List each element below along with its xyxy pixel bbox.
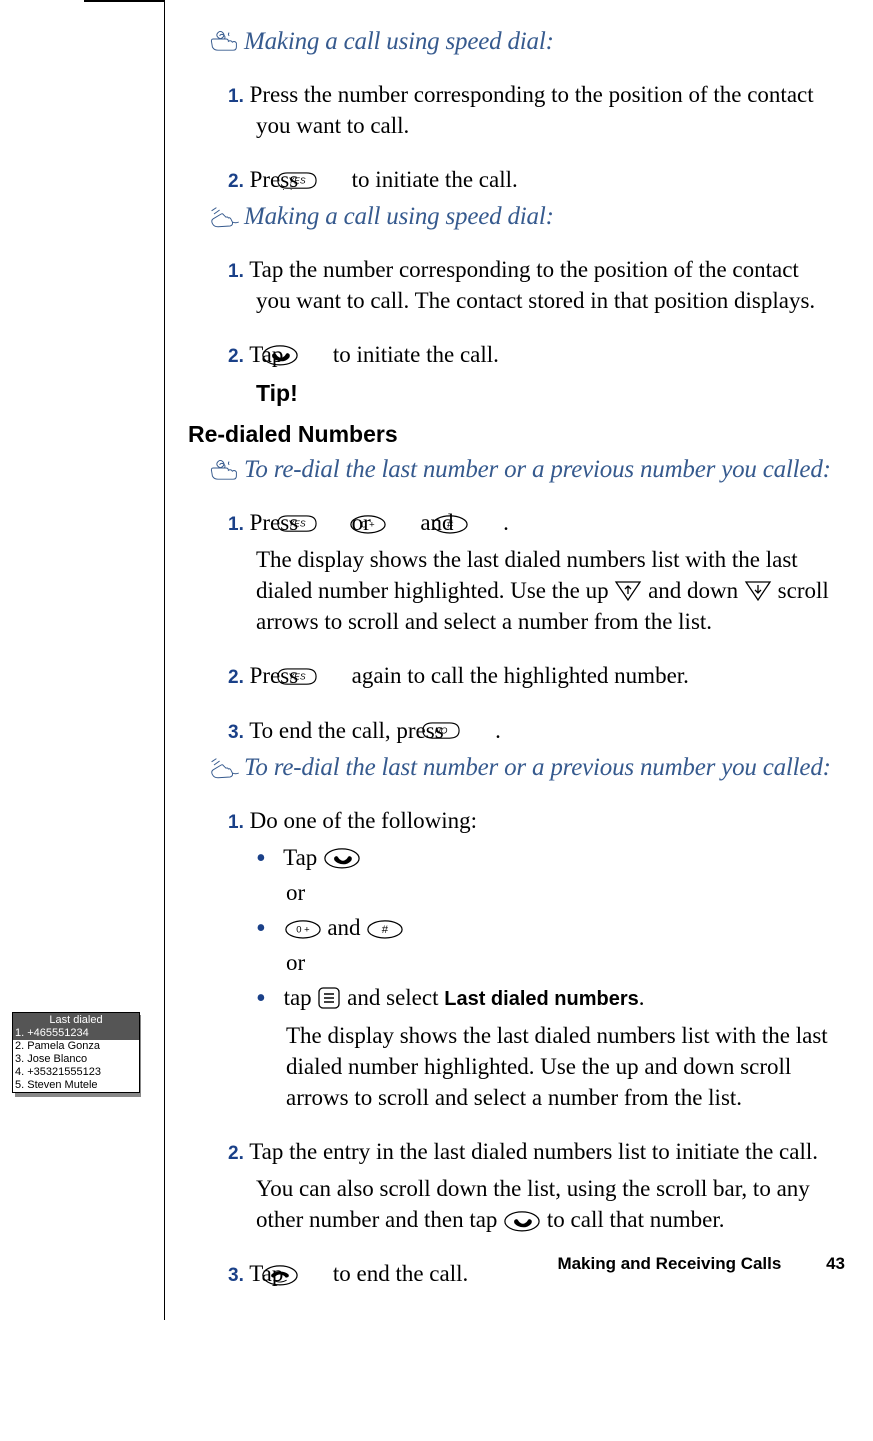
phone-row: 2. Pamela Gonza	[13, 1040, 139, 1053]
svg-text:YES: YES	[288, 672, 305, 682]
keypad-hand-icon	[210, 460, 242, 484]
svg-text:#: #	[382, 924, 389, 936]
step-number: 1.	[228, 261, 244, 282]
rd1-step3: 3. To end the call, press NO .	[228, 715, 833, 746]
step-number: 2.	[228, 1143, 244, 1164]
bullet-icon: •	[256, 983, 266, 1014]
phone-screen-header: Last dialed	[13, 1013, 139, 1027]
redialed-heading: Re-dialed Numbers	[188, 421, 833, 448]
last-dialed-label: Last dialed numbers	[444, 988, 639, 1010]
bullet-text: Tap	[283, 845, 323, 870]
redial-keypad-title-text: To re-dial the last number or a previous…	[244, 456, 831, 483]
rd2-bullet2: • 0 + and #	[256, 912, 833, 944]
rd2-step1: 1. Do one of the following:	[228, 805, 833, 836]
call-key-icon	[323, 847, 361, 870]
end-call-key-icon	[289, 1263, 327, 1286]
step-number: 1.	[228, 86, 244, 107]
redial-touch-title: To re-dial the last number or a previous…	[210, 754, 833, 782]
no-key-icon: NO	[449, 718, 489, 736]
rd2-bullet1: • Tap	[256, 842, 833, 874]
step-text: to initiate the call.	[352, 167, 518, 192]
touch-hand-icon	[210, 757, 242, 781]
margin-rule	[164, 0, 165, 1320]
bullet-text: and	[327, 915, 366, 940]
page-number: 43	[826, 1254, 845, 1273]
step-text: Tap the entry in the last dialed numbers…	[249, 1139, 818, 1164]
hash-key-icon: #	[366, 917, 404, 939]
step-number: 1.	[228, 812, 244, 833]
phone-row: 3. Jose Blanco	[13, 1053, 139, 1066]
rd1-step1-cont: The display shows the last dialed number…	[256, 544, 833, 637]
step-text: .	[503, 510, 509, 535]
step-text: Tap the number corresponding to the posi…	[249, 257, 815, 313]
step-number: 2.	[228, 346, 244, 367]
bullet-icon: •	[256, 843, 266, 874]
phone-row: 5. Steven Mutele	[13, 1079, 139, 1092]
or-text: or	[286, 950, 833, 976]
step-text: to initiate the call.	[333, 342, 499, 367]
step-text: Do one of the following:	[250, 808, 477, 833]
rd2-step2-cont: You can also scroll down the list, using…	[256, 1173, 833, 1235]
chapter-title: Making and Receiving Calls	[557, 1254, 781, 1273]
step-text: Press the number corresponding to the po…	[250, 82, 814, 138]
top-rule	[84, 0, 164, 2]
page-footer: Making and Receiving Calls 43	[557, 1254, 845, 1274]
sd1-step2: 2. Press YES to initiate the call.	[228, 164, 833, 195]
bullet-text: and select	[347, 985, 444, 1010]
svg-text:0 +: 0 +	[296, 924, 310, 935]
step-number: 3.	[228, 1265, 244, 1286]
step-text: and down	[648, 578, 744, 603]
phone-screen-illustration: Last dialed 1. +465551234 2. Pamela Gonz…	[12, 1012, 138, 1093]
step-text: again to call the highlighted number.	[352, 663, 689, 688]
speed-dial-touch-title-text: Making a call using speed dial:	[244, 203, 554, 230]
or-text: or	[286, 880, 833, 906]
rd1-step2: 2. Press YES again to call the highlight…	[228, 660, 833, 691]
call-key-icon	[289, 344, 327, 367]
speed-dial-keypad-title-text: Making a call using speed dial:	[244, 28, 554, 55]
rd1-step1: 1. Press YES or 0 + and # .	[228, 507, 833, 538]
rd2-bullet3: • tap and select Last dialed numbers.	[256, 982, 833, 1014]
bullet-text: .	[639, 985, 645, 1010]
bullet-text: tap	[284, 985, 318, 1010]
svg-text:NO: NO	[435, 726, 448, 736]
step-text: .	[495, 718, 501, 743]
svg-text:YES: YES	[288, 519, 305, 529]
svg-text:#: #	[447, 520, 454, 532]
redial-keypad-title: To re-dial the last number or a previous…	[210, 456, 833, 484]
phone-row-highlighted: 1. +465551234	[13, 1027, 139, 1040]
yes-key-icon: YES	[304, 167, 346, 185]
yes-key-icon: YES	[304, 510, 346, 528]
up-arrow-key-icon	[614, 579, 642, 601]
call-key-icon	[503, 1209, 541, 1232]
step-number: 1.	[228, 514, 244, 535]
svg-text:0 +: 0 +	[361, 520, 375, 531]
step-text: to end the call.	[333, 1261, 468, 1286]
phone-row: 4. +35321555123	[13, 1066, 139, 1079]
speed-dial-keypad-title: Making a call using speed dial:	[210, 28, 833, 56]
keypad-hand-icon	[210, 31, 242, 55]
step-number: 3.	[228, 722, 244, 743]
down-arrow-key-icon	[744, 579, 772, 601]
svg-text:YES: YES	[288, 175, 305, 185]
rd2-step1-cont: The display shows the last dialed number…	[286, 1020, 833, 1113]
step-number: 2.	[228, 171, 244, 192]
sd2-step1: 1. Tap the number corresponding to the p…	[228, 254, 833, 316]
step-text: To end the call, press	[249, 718, 449, 743]
step-number: 2.	[228, 667, 244, 688]
tip-label: Tip!	[256, 380, 833, 407]
rd2-step2: 2. Tap the entry in the last dialed numb…	[228, 1136, 833, 1167]
bullet-icon: •	[256, 913, 266, 944]
menu-key-icon	[317, 986, 341, 1010]
step-text: to call that number.	[547, 1207, 725, 1232]
redial-touch-title-text: To re-dial the last number or a previous…	[244, 754, 831, 781]
sd1-step1: 1. Press the number corresponding to the…	[228, 79, 833, 141]
hash-key-icon: #	[459, 512, 497, 534]
zero-key-icon: 0 +	[377, 512, 415, 534]
yes-key-icon: YES	[304, 663, 346, 681]
touch-hand-icon	[210, 206, 242, 230]
speed-dial-touch-title: Making a call using speed dial:	[210, 203, 833, 231]
sd2-step2: 2. Tap to initiate the call.	[228, 339, 833, 370]
zero-key-icon: 0 +	[284, 917, 322, 939]
